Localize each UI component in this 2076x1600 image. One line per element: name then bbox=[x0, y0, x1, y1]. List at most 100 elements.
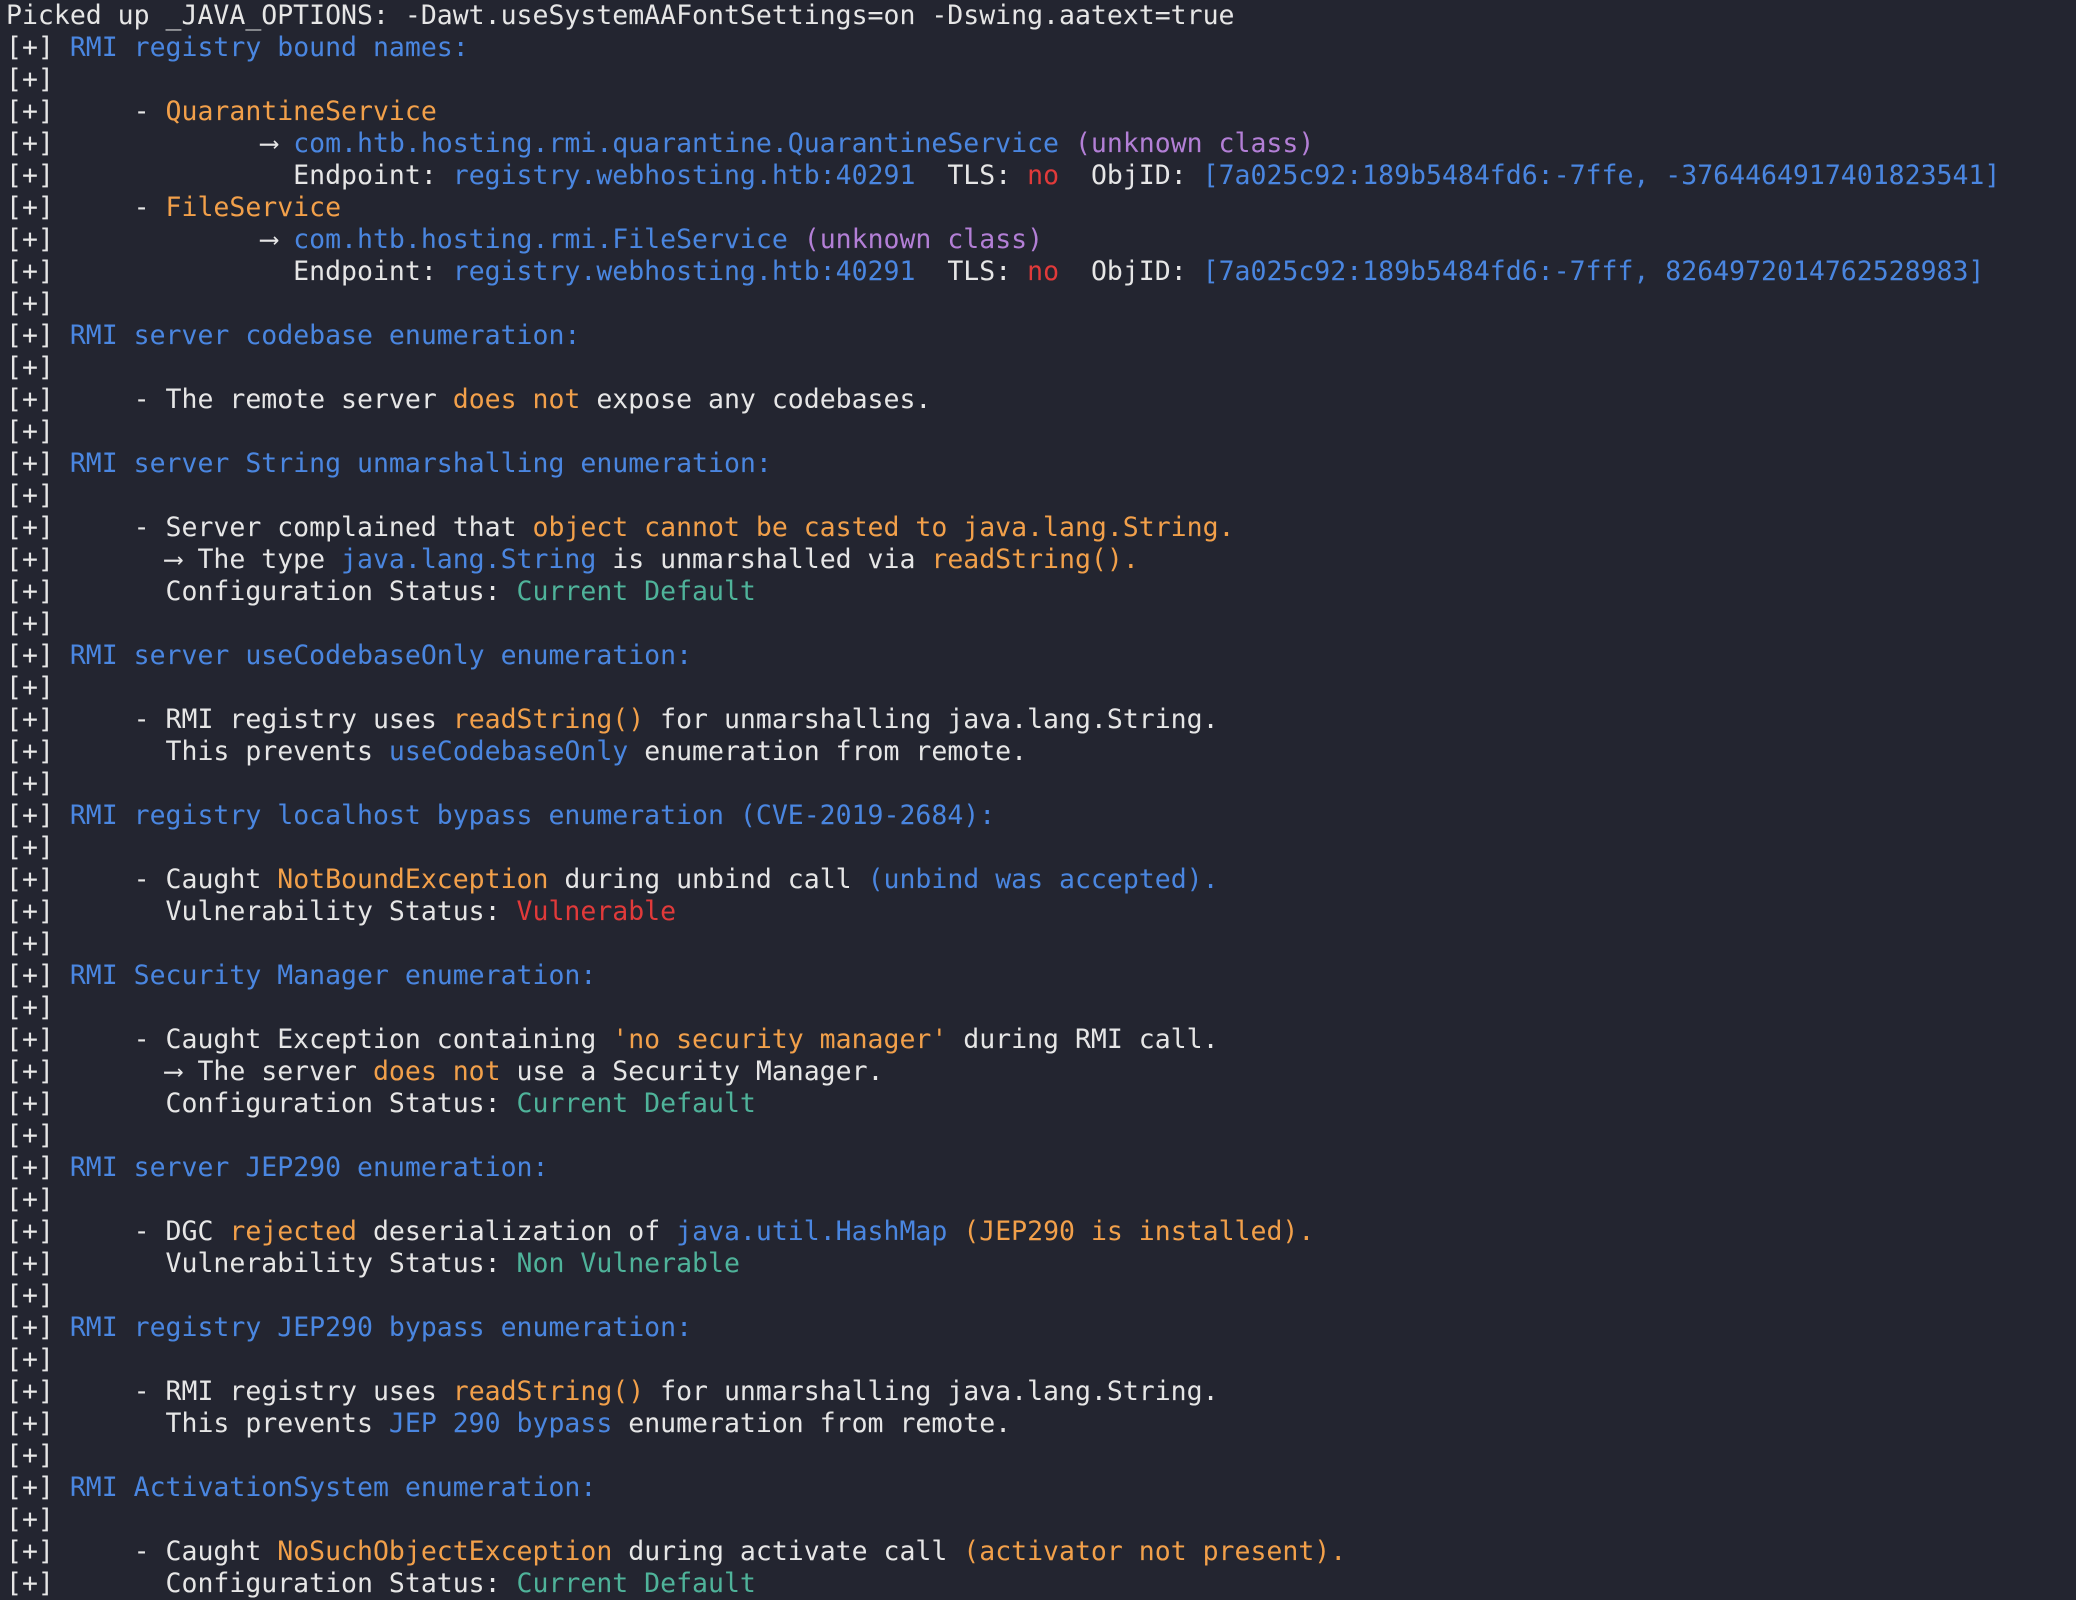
terminal-line: [+] bbox=[6, 1280, 2072, 1312]
terminal-text-segment: [+] - bbox=[6, 192, 166, 223]
terminal-text-segment: [+] Endpoint: bbox=[6, 160, 453, 191]
terminal-text-segment: enumeration from remote. bbox=[628, 736, 1028, 767]
terminal-line: [+] - Server complained that object cann… bbox=[6, 512, 2072, 544]
terminal-text-segment: RMI ActivationSystem enumeration: bbox=[69, 1472, 597, 1503]
terminal-text-segment: (unknown class) bbox=[803, 224, 1044, 255]
terminal-line: [+] - Caught Exception containing 'no se… bbox=[6, 1024, 2072, 1056]
terminal-text-segment: [+] ⟶ The server bbox=[6, 1056, 373, 1087]
terminal-text-segment: readString() bbox=[452, 704, 645, 735]
terminal-text-segment: QuarantineService bbox=[165, 96, 437, 127]
terminal-line: [+] RMI server codebase enumeration: bbox=[6, 320, 2072, 352]
terminal-text-segment: [+] bbox=[6, 1120, 54, 1151]
terminal-text-segment: enumeration from remote. bbox=[612, 1408, 1012, 1439]
terminal-line: [+] bbox=[6, 1120, 2072, 1152]
terminal-text-segment: does not bbox=[372, 1056, 501, 1087]
terminal-line: [+] RMI registry bound names: bbox=[6, 32, 2072, 64]
terminal-line: [+] - Caught NotBoundException during un… bbox=[6, 864, 2072, 896]
terminal-text-segment: FileService bbox=[165, 192, 342, 223]
terminal-line: [+] RMI server JEP290 enumeration: bbox=[6, 1152, 2072, 1184]
terminal-text-segment: during unbind call bbox=[548, 864, 868, 895]
terminal-text-segment: object cannot be casted to java.lang.Str… bbox=[532, 512, 1235, 543]
terminal-line: [+] RMI ActivationSystem enumeration: bbox=[6, 1472, 2072, 1504]
terminal-text-segment: [+] ⟶ bbox=[6, 224, 294, 255]
terminal-line: [+] ⟶ The server does not use a Security… bbox=[6, 1056, 2072, 1088]
terminal-line: [+] Vulnerability Status: Vulnerable bbox=[6, 896, 2072, 928]
terminal-text-segment: during activate call bbox=[612, 1536, 964, 1567]
terminal-text-segment: [+] Vulnerability Status: bbox=[6, 896, 517, 927]
terminal-text-segment: readString() bbox=[452, 1376, 645, 1407]
terminal-text-segment: for unmarshalling java.lang.String. bbox=[644, 1376, 1219, 1407]
terminal-text-segment: [+] bbox=[6, 1344, 54, 1375]
terminal-text-segment: RMI registry JEP290 bypass enumeration: bbox=[69, 1312, 693, 1343]
terminal-line: [+] - QuarantineService bbox=[6, 96, 2072, 128]
terminal-text-segment: RMI server String unmarshalling enumerat… bbox=[69, 448, 772, 479]
terminal-line: [+] bbox=[6, 768, 2072, 800]
terminal-output[interactable]: Picked up _JAVA_OPTIONS: -Dawt.useSystem… bbox=[6, 0, 2072, 1600]
terminal-text-segment: deserialization of bbox=[357, 1216, 677, 1247]
terminal-text-segment: useCodebaseOnly bbox=[388, 736, 629, 767]
terminal-text-segment: [+] This prevents bbox=[6, 736, 389, 767]
terminal-text-segment: [+] bbox=[6, 320, 70, 351]
terminal-line: [+] Vulnerability Status: Non Vulnerable bbox=[6, 1248, 2072, 1280]
terminal-text-segment: RMI server codebase enumeration: bbox=[69, 320, 581, 351]
terminal-text-segment: [+] - DGC bbox=[6, 1216, 230, 1247]
terminal-text-segment: [+] bbox=[6, 416, 54, 447]
terminal-line: [+] bbox=[6, 1184, 2072, 1216]
terminal-line: [+] bbox=[6, 64, 2072, 96]
terminal-line: [+] RMI registry localhost bypass enumer… bbox=[6, 800, 2072, 832]
terminal-line: [+] RMI Security Manager enumeration: bbox=[6, 960, 2072, 992]
terminal-text-segment: [+] - The remote server bbox=[6, 384, 453, 415]
terminal-line: Picked up _JAVA_OPTIONS: -Dawt.useSystem… bbox=[6, 0, 2072, 32]
terminal-line: [+] ⟶ com.htb.hosting.rmi.FileService (u… bbox=[6, 224, 2072, 256]
terminal-text-segment: java.lang.String bbox=[341, 544, 597, 575]
terminal-text-segment: (activator not present). bbox=[963, 1536, 1347, 1567]
terminal-text-segment: (JEP290 is installed). bbox=[963, 1216, 1315, 1247]
terminal-text-segment: [+] bbox=[6, 1152, 70, 1183]
terminal-text-segment: [+] bbox=[6, 32, 70, 63]
terminal-text-segment: [+] bbox=[6, 288, 54, 319]
terminal-text-segment: RMI Security Manager enumeration: bbox=[69, 960, 597, 991]
terminal-text-segment: [+] This prevents bbox=[6, 1408, 389, 1439]
terminal-line: [+] - FileService bbox=[6, 192, 2072, 224]
terminal-text-segment: [+] bbox=[6, 800, 70, 831]
terminal-text-segment: ObjID: bbox=[1059, 256, 1203, 287]
terminal-text-segment: [+] Configuration Status: bbox=[6, 1568, 517, 1599]
terminal-line: [+] bbox=[6, 1344, 2072, 1376]
terminal-text-segment: Current Default bbox=[516, 1088, 756, 1119]
terminal-text-segment: [+] - Caught bbox=[6, 864, 278, 895]
terminal-line: [+] RMI registry JEP290 bypass enumerati… bbox=[6, 1312, 2072, 1344]
terminal-text-segment: Current Default bbox=[516, 1568, 756, 1599]
terminal-line: [+] bbox=[6, 288, 2072, 320]
terminal-text-segment: [+] - RMI registry uses bbox=[6, 704, 453, 735]
terminal-line: [+] bbox=[6, 608, 2072, 640]
terminal-text-segment: expose any codebases. bbox=[580, 384, 932, 415]
terminal-text-segment: during RMI call. bbox=[947, 1024, 1219, 1055]
terminal-text-segment: [+] bbox=[6, 1440, 54, 1471]
terminal-text-segment: [+] Configuration Status: bbox=[6, 576, 517, 607]
terminal-line: [+] bbox=[6, 480, 2072, 512]
terminal-text-segment: RMI registry localhost bypass enumeratio… bbox=[69, 800, 996, 831]
terminal-line: [+] Configuration Status: Current Defaul… bbox=[6, 576, 2072, 608]
terminal-text-segment: [+] ⟶ bbox=[6, 128, 294, 159]
terminal-text-segment: ObjID: bbox=[1059, 160, 1203, 191]
terminal-text-segment: NotBoundException bbox=[277, 864, 549, 895]
terminal-text-segment: [+] bbox=[6, 448, 70, 479]
terminal-line: [+] bbox=[6, 1440, 2072, 1472]
terminal-text-segment: NoSuchObjectException bbox=[277, 1536, 613, 1567]
terminal-text-segment: [+] - Server complained that bbox=[6, 512, 533, 543]
terminal-line: [+] ⟶ com.htb.hosting.rmi.quarantine.Qua… bbox=[6, 128, 2072, 160]
terminal-line: [+] Configuration Status: Current Defaul… bbox=[6, 1568, 2072, 1600]
terminal-text-segment: [+] - Caught Exception containing bbox=[6, 1024, 613, 1055]
terminal-line: [+] bbox=[6, 832, 2072, 864]
terminal-line: [+] This prevents JEP 290 bypass enumera… bbox=[6, 1408, 2072, 1440]
terminal-line: [+] - DGC rejected deserialization of ja… bbox=[6, 1216, 2072, 1248]
terminal-text-segment: [+] ⟶ The type bbox=[6, 544, 342, 575]
terminal-text-segment: [+] bbox=[6, 928, 54, 959]
terminal-text-segment: readString(). bbox=[931, 544, 1139, 575]
terminal-text-segment: RMI server useCodebaseOnly enumeration: bbox=[69, 640, 693, 671]
terminal-text-segment: [+] bbox=[6, 992, 54, 1023]
terminal-text-segment: no bbox=[1027, 160, 1060, 191]
terminal-text-segment: [+] Configuration Status: bbox=[6, 1088, 517, 1119]
terminal-text-segment: for unmarshalling java.lang.String. bbox=[644, 704, 1219, 735]
terminal-text-segment: no bbox=[1027, 256, 1060, 287]
